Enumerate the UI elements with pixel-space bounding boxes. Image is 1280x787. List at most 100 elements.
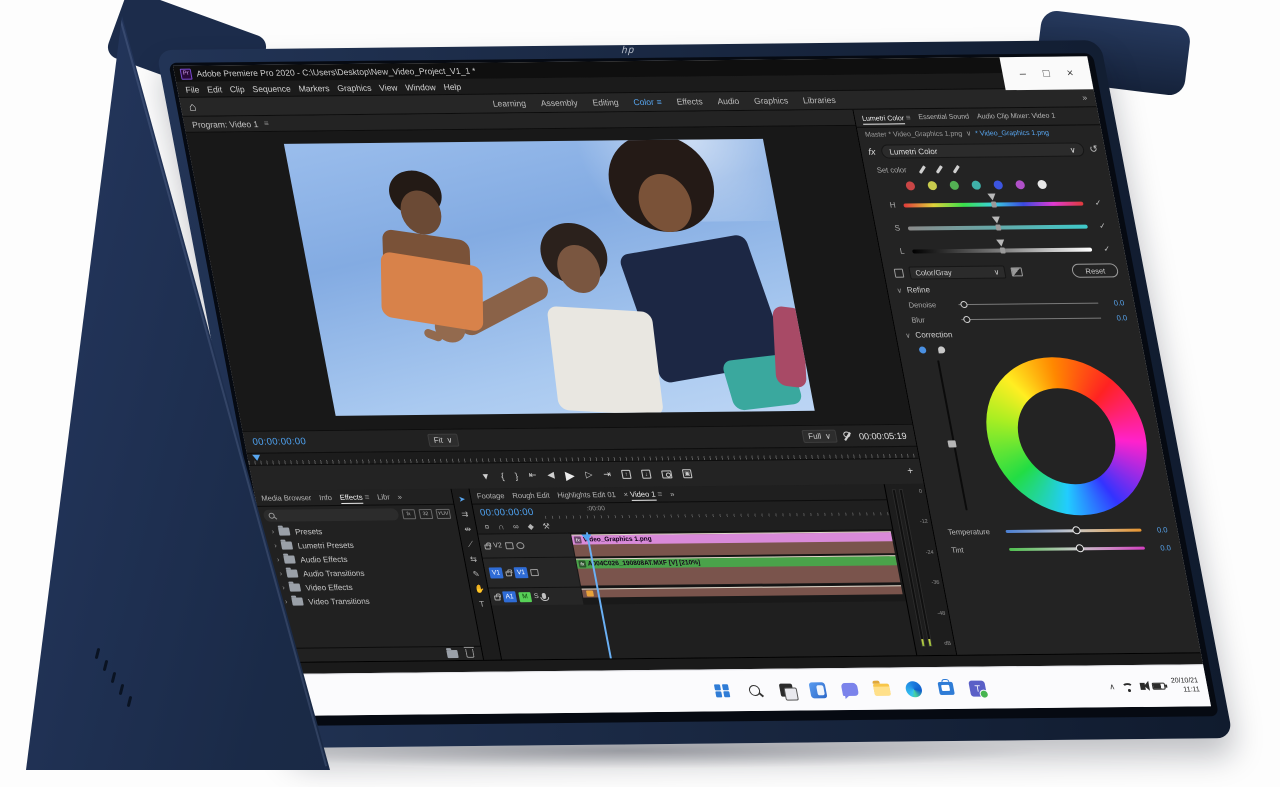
tab-lumetri-color[interactable]: Lumetri Color ≡	[861, 113, 911, 123]
taskbar-search-button[interactable]	[741, 679, 767, 701]
task-view-button[interactable]	[773, 679, 799, 701]
colorspace-select[interactable]: Color/Gray∨	[908, 265, 1006, 279]
button-editor-plus[interactable]: +	[906, 466, 914, 477]
color-dot-icon[interactable]	[918, 346, 926, 353]
go-to-in-button[interactable]: ⇤	[528, 470, 538, 481]
nest-icon[interactable]: ¤	[484, 522, 490, 531]
track-v2-clips[interactable]: fx Video_Graphics 1.png	[570, 530, 897, 556]
workspace-menu-icon[interactable]: ≡	[656, 97, 663, 107]
program-tab-label[interactable]: Program: Video 1	[191, 119, 259, 130]
lift-button[interactable]: ↑	[621, 470, 632, 479]
zoom-level-select[interactable]: Fit∨	[427, 434, 460, 447]
clip-video-graphics[interactable]: fx Video_Graphics 1.png	[571, 531, 895, 556]
add-marker-button[interactable]: ▼	[480, 471, 491, 481]
tabs-overflow-icon[interactable]: »	[397, 492, 403, 501]
slider-knob[interactable]	[995, 224, 1001, 230]
workspace-tab-assembly[interactable]: Assembly	[540, 98, 579, 108]
menu-view[interactable]: View	[378, 82, 398, 92]
slider-handle-icon[interactable]	[987, 193, 996, 200]
clip-audio[interactable]	[582, 585, 903, 597]
swatch-red[interactable]	[905, 181, 916, 190]
program-viewport[interactable]	[186, 126, 912, 431]
slider-handle-icon[interactable]	[992, 216, 1001, 223]
tab-audio-clip-mixer[interactable]: Audio Clip Mixer: Video 1	[976, 113, 1056, 121]
delete-icon[interactable]	[465, 649, 475, 658]
ripple-edit-tool-icon[interactable]: ⇹	[462, 525, 473, 534]
close-tab-icon[interactable]: ×	[623, 490, 629, 499]
lock-icon[interactable]	[494, 595, 501, 600]
timeline-settings-wrench-icon[interactable]: ⚒	[542, 522, 551, 531]
slip-tool-icon[interactable]: ⇆	[468, 555, 479, 564]
track-v1-clips[interactable]: fx A004C026_190808AT.MXF [V] [210%]	[575, 554, 903, 586]
panel-menu-icon[interactable]: ≡	[657, 490, 663, 499]
snap-icon[interactable]: ∩	[497, 522, 504, 531]
swatch-teal[interactable]	[971, 181, 982, 190]
tab-rough-edit[interactable]: Rough Edit	[512, 491, 551, 500]
invert-mask-icon[interactable]	[1010, 267, 1023, 276]
chat-button[interactable]	[837, 678, 863, 700]
target-v1-button[interactable]: V1	[514, 567, 529, 578]
chevron-right-icon[interactable]: ›	[274, 542, 278, 549]
menu-window[interactable]: Window	[404, 82, 436, 92]
slider-knob[interactable]	[1075, 544, 1085, 552]
slider-knob[interactable]	[960, 301, 968, 308]
chevron-right-icon[interactable]: ›	[282, 584, 286, 591]
tabs-overflow-icon[interactable]: »	[669, 489, 675, 498]
tab-footage[interactable]: Footage	[476, 491, 505, 500]
workspace-tab-learning[interactable]: Learning	[492, 98, 527, 108]
chevron-right-icon[interactable]: ›	[276, 556, 280, 563]
slider-handle-icon[interactable]	[996, 239, 1005, 246]
close-button[interactable]: ×	[1066, 67, 1075, 79]
home-icon[interactable]: ⌂	[187, 100, 197, 114]
selection-tool-icon[interactable]: ➤	[457, 495, 468, 504]
slider-knob[interactable]	[1071, 526, 1081, 534]
blur-slider[interactable]	[961, 318, 1101, 320]
eyedropper-plus-icon[interactable]	[935, 165, 942, 174]
blur-value[interactable]: 0.0	[1106, 313, 1128, 322]
mark-out-button[interactable]: }	[514, 471, 519, 481]
chevron-right-icon[interactable]: ›	[279, 570, 283, 577]
temperature-value[interactable]: 0.0	[1146, 525, 1168, 534]
chevron-right-icon[interactable]: ›	[271, 528, 275, 535]
tab-video-1[interactable]: × Video 1 ≡	[623, 490, 663, 499]
panel-menu-icon[interactable]: ≡	[263, 119, 269, 128]
go-to-out-button[interactable]: ⇥	[602, 469, 612, 480]
menu-sequence[interactable]: Sequence	[251, 83, 291, 93]
marker-icon[interactable]: ◆	[527, 522, 535, 531]
tab-info[interactable]: Info	[318, 493, 332, 502]
wifi-icon[interactable]	[1121, 683, 1134, 691]
workspace-tab-effects[interactable]: Effects	[676, 96, 704, 106]
voiceover-mic-icon[interactable]	[541, 592, 546, 598]
linked-selection-icon[interactable]: ∞	[512, 522, 519, 531]
saturation-checkbox[interactable]: ✓	[1095, 221, 1111, 230]
denoise-slider[interactable]	[958, 303, 1098, 305]
temperature-slider[interactable]	[1005, 528, 1141, 532]
extract-button[interactable]: ↓	[641, 470, 652, 479]
slider-knob[interactable]	[963, 316, 971, 323]
sync-lock-icon[interactable]	[530, 569, 539, 576]
step-back-button[interactable]: ◀	[546, 470, 555, 481]
mute-button[interactable]: M	[518, 592, 532, 602]
battery-icon[interactable]	[1151, 683, 1165, 690]
comparison-view-button[interactable]: ▣	[682, 469, 693, 478]
workspace-tab-editing[interactable]: Editing	[592, 97, 620, 107]
reset-effect-icon[interactable]: ↺	[1089, 144, 1099, 155]
store-button[interactable]	[933, 677, 959, 699]
lock-icon[interactable]	[484, 544, 491, 549]
lightness-checkbox[interactable]: ✓	[1099, 244, 1115, 253]
workspace-tab-libraries[interactable]: Libraries	[802, 95, 836, 105]
program-timecode[interactable]: 00:00:00:00	[252, 436, 307, 448]
clip-mxf-footage[interactable]: fx A004C026_190808AT.MXF [V] [210%]	[576, 555, 901, 585]
menu-markers[interactable]: Markers	[298, 83, 331, 93]
tab-libraries[interactable]: Libr	[376, 492, 390, 501]
chevron-right-icon[interactable]: ›	[284, 598, 288, 605]
minimize-button[interactable]: –	[1019, 67, 1027, 79]
saturation-slider[interactable]	[908, 224, 1088, 230]
eyedropper-icon[interactable]	[918, 165, 925, 174]
solo-button[interactable]: S	[533, 593, 539, 600]
playback-resolution-select[interactable]: Full∨	[801, 430, 838, 443]
menu-help[interactable]: Help	[443, 81, 462, 91]
track-a1-clips[interactable]	[580, 584, 906, 604]
pen-tool-icon[interactable]: ✎	[471, 570, 482, 579]
teams-button[interactable]: T	[965, 677, 991, 699]
